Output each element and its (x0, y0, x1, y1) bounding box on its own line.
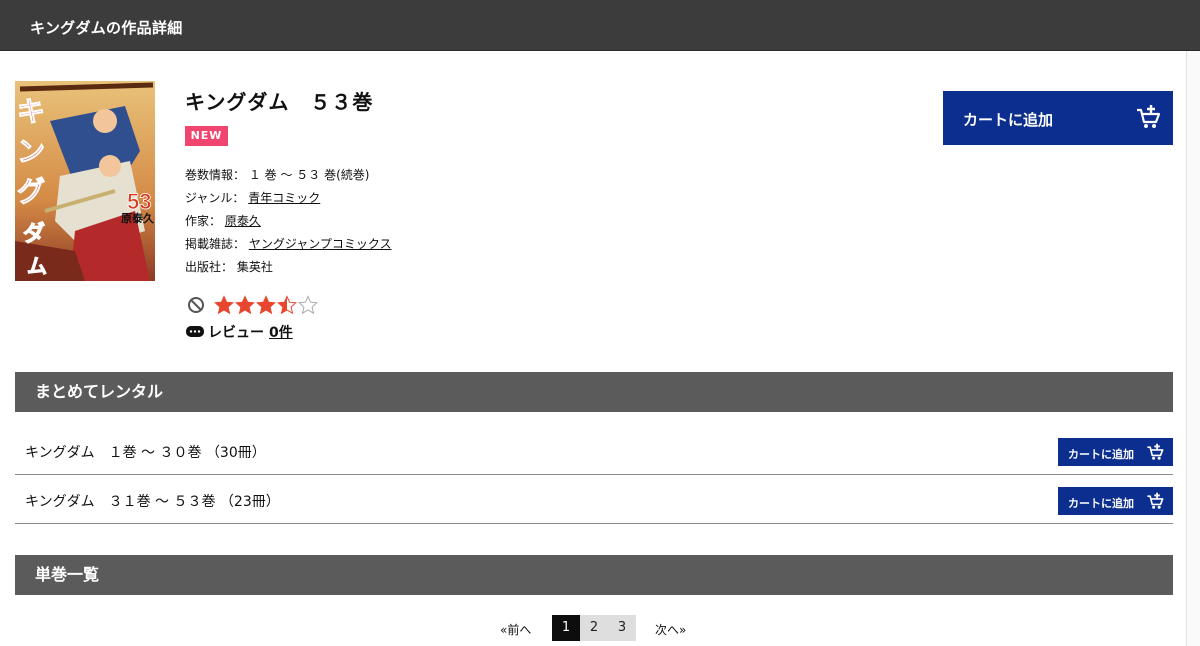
bundle-row-label: キングダム １巻 ～ ３０巻 （30冊） (25, 445, 266, 461)
svg-text:ン: ン (17, 136, 45, 167)
author-label: 作家： (185, 214, 222, 228)
rating (187, 293, 318, 317)
review-summary: レビュー 0件 (185, 322, 293, 342)
bundle-section-heading: まとめてレンタル (15, 372, 1173, 412)
review-label: レビュー (208, 325, 264, 341)
magazine-label: 掲載雑誌： (185, 237, 246, 251)
bundle-add-to-cart-label: カートに追加 (1068, 448, 1134, 461)
publisher-label: 出版社： (185, 260, 234, 274)
add-to-cart-label: カートに追加 (963, 111, 1054, 129)
svg-text:グ: グ (17, 176, 45, 207)
review-count-link[interactable]: 0件 (269, 322, 293, 342)
bundle-row: キングダム １巻 ～ ３０巻 （30冊） カートに追加 (15, 426, 1173, 475)
page-link-2[interactable]: 2 (580, 615, 608, 641)
cover-image[interactable]: キ ン グ ダ ム 53 原泰久 (15, 81, 155, 281)
next-page-link[interactable]: 次へ» (655, 621, 686, 638)
svg-text:ム: ム (27, 256, 47, 278)
svg-text:ダ: ダ (23, 221, 45, 246)
volume-info-label: 巻数情報： (185, 168, 246, 182)
work-title: キングダム ５３巻 (185, 90, 374, 114)
star-icon (298, 295, 318, 315)
page-scrollbar[interactable] (1186, 51, 1200, 646)
bundle-add-to-cart-button[interactable]: カートに追加 (1058, 487, 1173, 515)
single-volumes-heading: 単巻一覧 (15, 555, 1173, 595)
genre-label: ジャンル： (185, 191, 245, 205)
bundle-row-label: キングダム ３１巻 ～ ５３巻 （23冊） (25, 494, 280, 510)
author-link[interactable]: 原泰久 (225, 214, 261, 228)
page-link-3[interactable]: 3 (608, 615, 636, 641)
genre-row: ジャンル： 青年コミック (185, 191, 320, 205)
page-link-1[interactable]: 1 (552, 615, 580, 641)
bundle-add-to-cart-label: カートに追加 (1068, 497, 1134, 510)
page-title: キングダムの作品詳細 (30, 19, 183, 37)
svg-text:53: 53 (127, 189, 151, 214)
genre-link[interactable]: 青年コミック (248, 191, 320, 205)
author-row: 作家： 原泰久 (185, 214, 261, 228)
cart-add-icon (1147, 443, 1164, 460)
publisher-row: 出版社： 集英社 (185, 260, 273, 274)
svg-text:キ: キ (17, 96, 45, 127)
star-icon (277, 295, 297, 315)
top-header: キングダムの作品詳細 (0, 0, 1200, 51)
magazine-row: 掲載雑誌： ヤングジャンプコミックス (185, 237, 392, 251)
add-to-cart-button[interactable]: カートに追加 (943, 91, 1173, 145)
cart-add-icon (1137, 105, 1161, 128)
star-icon (235, 295, 255, 315)
speech-bubble-icon (186, 326, 204, 337)
prev-page-link[interactable]: «前へ (500, 621, 531, 638)
volume-info-value: １ 巻 ～ ５３ 巻(続巻) (248, 168, 370, 182)
svg-text:原泰久: 原泰久 (121, 211, 155, 225)
bundle-row: キングダム ３１巻 ～ ５３巻 （23冊） カートに追加 (15, 475, 1173, 524)
volume-info-row: 巻数情報： １ 巻 ～ ５３ 巻(続巻) (185, 168, 369, 182)
bundle-add-to-cart-button[interactable]: カートに追加 (1058, 438, 1173, 466)
star-icon (256, 295, 276, 315)
cart-add-icon (1147, 492, 1164, 509)
pagination: «前へ 1 2 3 次へ» (0, 615, 1200, 641)
publisher-value: 集英社 (236, 260, 273, 274)
new-badge: NEW (185, 126, 228, 146)
prohibited-icon (188, 297, 204, 313)
star-rating (214, 295, 318, 315)
magazine-link[interactable]: ヤングジャンプコミックス (249, 237, 392, 251)
star-icon (214, 295, 234, 315)
